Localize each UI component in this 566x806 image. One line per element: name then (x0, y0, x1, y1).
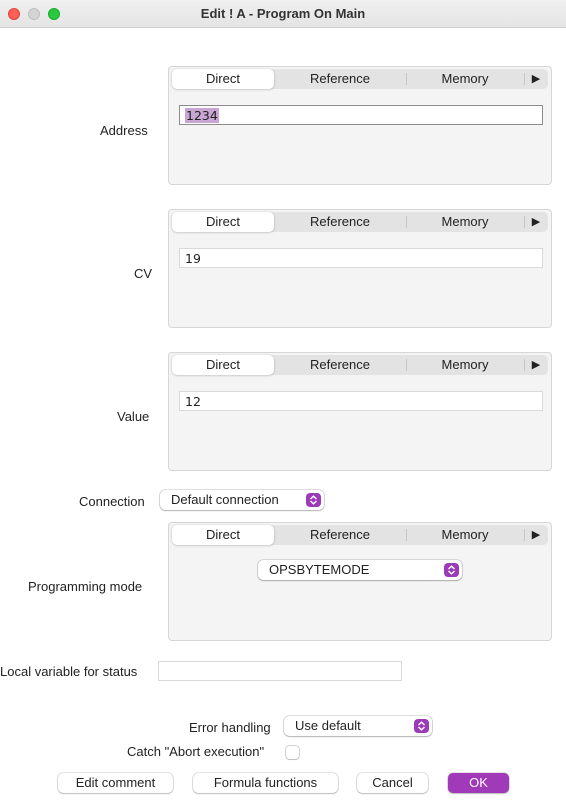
programming-mode-label: Programming mode (28, 579, 143, 594)
address-tab-more-arrow-icon[interactable]: ▶ (524, 69, 548, 89)
updown-chevron-icon (306, 493, 321, 507)
value-tabbar: Direct Reference Memory ▶ (172, 355, 548, 375)
programming-mode-tab-memory[interactable]: Memory (406, 525, 524, 545)
cv-tab-direct[interactable]: Direct (172, 212, 274, 232)
local-variable-input[interactable] (158, 661, 402, 681)
updown-chevron-icon (414, 719, 429, 733)
error-handling-select[interactable]: Use default (284, 716, 432, 736)
window-title: Edit ! A - Program On Main (200, 6, 366, 21)
value-tab-reference[interactable]: Reference (274, 355, 406, 375)
address-tabpanel: Direct Reference Memory ▶ 1234 (168, 66, 552, 185)
updown-chevron-icon (444, 563, 459, 577)
cancel-button[interactable]: Cancel (357, 773, 428, 793)
address-input[interactable]: 1234 (179, 105, 543, 125)
edit-comment-button[interactable]: Edit comment (58, 773, 173, 793)
cv-tab-memory[interactable]: Memory (406, 212, 524, 232)
error-handling-selected-value: Use default (295, 718, 361, 733)
value-input[interactable]: 12 (179, 391, 543, 411)
address-tab-reference[interactable]: Reference (274, 69, 406, 89)
programming-mode-tab-direct[interactable]: Direct (172, 525, 274, 545)
address-tab-memory[interactable]: Memory (406, 69, 524, 89)
ok-button[interactable]: OK (448, 773, 509, 793)
value-tab-memory[interactable]: Memory (406, 355, 524, 375)
address-label: Address (100, 123, 148, 138)
programming-mode-select[interactable]: OPSBYTEMODE (258, 560, 462, 580)
cv-tab-more-arrow-icon[interactable]: ▶ (524, 212, 548, 232)
address-tab-direct[interactable]: Direct (172, 69, 274, 89)
programming-mode-tabbar: Direct Reference Memory ▶ (172, 525, 548, 545)
programming-mode-tabpanel: Direct Reference Memory ▶ OPSBYTEMODE (168, 522, 552, 641)
value-tabpanel: Direct Reference Memory ▶ 12 (168, 352, 552, 471)
local-variable-label: Local variable for status (0, 664, 138, 679)
cv-input[interactable]: 19 (179, 248, 543, 268)
cv-tab-reference[interactable]: Reference (274, 212, 406, 232)
title-bar: Edit ! A - Program On Main (0, 0, 566, 28)
formula-functions-button[interactable]: Formula functions (193, 773, 338, 793)
connection-label: Connection (79, 494, 145, 509)
cv-tabpanel: Direct Reference Memory ▶ 19 (168, 209, 552, 328)
address-value: 1234 (185, 108, 219, 123)
catch-abort-label: Catch "Abort execution" (127, 744, 265, 759)
cv-tabbar: Direct Reference Memory ▶ (172, 212, 548, 232)
value-tab-more-arrow-icon[interactable]: ▶ (524, 355, 548, 375)
address-tabbar: Direct Reference Memory ▶ (172, 69, 548, 89)
connection-select[interactable]: Default connection (160, 490, 324, 510)
cv-label: CV (134, 266, 153, 281)
programming-mode-tab-reference[interactable]: Reference (274, 525, 406, 545)
value-tab-direct[interactable]: Direct (172, 355, 274, 375)
dialog-content: Address Direct Reference Memory ▶ 1234 C… (0, 28, 566, 806)
programming-mode-tab-more-arrow-icon[interactable]: ▶ (524, 525, 548, 545)
error-handling-label: Error handling (189, 720, 271, 735)
catch-abort-checkbox[interactable] (286, 746, 299, 759)
programming-mode-selected-value: OPSBYTEMODE (269, 562, 370, 577)
value-label: Value (117, 409, 150, 424)
connection-selected-value: Default connection (171, 492, 279, 507)
